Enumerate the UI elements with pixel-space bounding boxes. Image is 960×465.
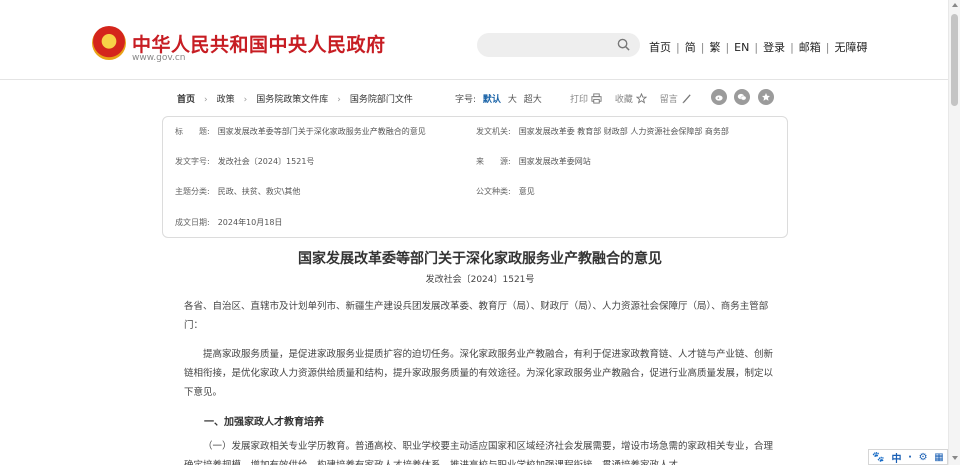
info-title-value: 国家发展改革委等部门关于深化家政服务业产教融合的意见: [217, 127, 426, 136]
info-topic-row: 主题分类: 民政、扶贫、救灾\其他: [175, 186, 300, 197]
scroll-up-icon[interactable]: [952, 3, 958, 7]
breadcrumb-policy[interactable]: 政策: [217, 95, 235, 105]
info-title-row: 标 题: 国家发展改革委等部门关于深化家政服务业产教融合的意见: [175, 126, 426, 137]
breadcrumb-department-files[interactable]: 国务院部门文件: [350, 95, 413, 105]
national-emblem-logo[interactable]: [92, 26, 126, 60]
nav-english[interactable]: EN: [734, 41, 749, 54]
printer-icon: [591, 93, 602, 104]
font-size-default[interactable]: 默认: [483, 95, 501, 105]
ime-toolbar: 🐾 中 · ⚙ ▦: [868, 449, 948, 465]
favorite-button[interactable]: 收藏: [615, 92, 647, 105]
favorite-label: 收藏: [614, 95, 633, 105]
scroll-down-icon[interactable]: [952, 456, 958, 460]
info-type-label: 公文种类:: [476, 187, 511, 196]
print-button[interactable]: 打印: [570, 92, 602, 105]
top-nav: 首页 | 简 | 繁 | EN | 登录 | 邮箱 | 无障碍: [649, 39, 868, 55]
breadcrumb: 首页 › 政策 › 国务院政策文件库 › 国务院部门文件: [177, 92, 413, 105]
info-date-row: 成文日期: 2024年10月18日: [175, 217, 282, 228]
info-issuer-value: 国家发展改革委 教育部 财政部 人力资源社会保障部 商务部: [518, 127, 729, 136]
search-icon[interactable]: [617, 38, 630, 51]
nav-traditional[interactable]: 繁: [709, 41, 720, 54]
search-box: [477, 33, 640, 57]
info-topic-label: 主题分类:: [175, 187, 210, 196]
star-icon[interactable]: [758, 89, 774, 105]
nav-login[interactable]: 登录: [763, 41, 785, 54]
font-size-selector: 字号: 默认 大 超大: [455, 92, 546, 105]
document-title: 国家发展改革委等部门关于深化家政服务业产教融合的意见: [298, 251, 662, 267]
ime-punctuation-toggle[interactable]: ·: [908, 452, 912, 463]
site-url: www.gov.cn: [132, 53, 186, 63]
info-issuer-label: 发文机关:: [476, 127, 511, 136]
pencil-icon: [682, 94, 691, 104]
ime-language-toggle[interactable]: 中: [891, 450, 901, 465]
nav-divider: |: [754, 41, 759, 54]
scroll-thumb[interactable]: [951, 14, 958, 106]
comment-button[interactable]: 留言: [660, 92, 692, 105]
info-docno-label: 发文字号:: [175, 157, 210, 166]
weibo-icon[interactable]: [711, 89, 727, 105]
breadcrumb-arrow-icon: ›: [243, 95, 248, 105]
nav-mail[interactable]: 邮箱: [799, 41, 821, 54]
breadcrumb-arrow-icon: ›: [204, 95, 208, 105]
print-label: 打印: [570, 95, 589, 105]
document-number: 发改社会〔2024〕1521号: [425, 275, 535, 285]
nav-divider: |: [825, 41, 830, 54]
breadcrumb-arrow-icon: ›: [337, 95, 341, 105]
document-salutation: 各省、自治区、直辖市及计划单列市、新疆生产建设兵团发展改革委、教育厅（局）、财政…: [184, 301, 769, 331]
info-docno-value: 发改社会〔2024〕1521号: [217, 157, 315, 166]
font-size-xlarge[interactable]: 超大: [524, 95, 542, 105]
nav-home[interactable]: 首页: [649, 41, 671, 54]
wechat-icon[interactable]: [734, 89, 750, 105]
comment-label: 留言: [659, 95, 678, 105]
section-paragraph: （一）发展家政相关专业学历教育。普通高校、职业学校要主动适应国家和区域经济社会发…: [184, 441, 774, 465]
info-title-label: 标 题:: [175, 127, 210, 136]
search-input[interactable]: [477, 33, 607, 57]
info-source-row: 来 源: 国家发展改革委网站: [476, 156, 591, 167]
grid-icon[interactable]: ▦: [934, 452, 943, 463]
info-date-value: 2024年10月18日: [217, 218, 283, 227]
nav-divider: |: [676, 41, 680, 54]
nav-divider: |: [725, 41, 730, 54]
info-type-row: 公文种类: 意见: [476, 186, 535, 197]
info-issuer-row: 发文机关: 国家发展改革委 教育部 财政部 人力资源社会保障部 商务部: [476, 126, 729, 137]
font-size-large[interactable]: 大: [508, 95, 517, 105]
nav-divider: |: [790, 41, 794, 54]
nav-simplified[interactable]: 简: [685, 41, 696, 54]
nav-accessibility[interactable]: 无障碍: [835, 41, 868, 54]
document-intro-paragraph: 提高家政服务质量，是促进家政服务业提质扩容的迫切任务。深化家政服务业产教融合，有…: [184, 349, 774, 398]
info-date-label: 成文日期:: [175, 218, 210, 227]
info-topic-value: 民政、扶贫、救灾\其他: [217, 187, 301, 196]
info-source-value: 国家发展改革委网站: [518, 157, 591, 166]
breadcrumb-policy-library[interactable]: 国务院政策文件库: [256, 95, 328, 105]
section-heading: 一、加强家政人才教育培养: [204, 417, 324, 428]
font-size-label: 字号:: [455, 95, 477, 105]
breadcrumb-home[interactable]: 首页: [177, 95, 195, 105]
document-info-box: 标 题: 国家发展改革委等部门关于深化家政服务业产教融合的意见 发文机关: 国家发展…: [162, 116, 788, 238]
nav-divider: |: [700, 41, 705, 54]
info-type-value: 意见: [518, 187, 535, 196]
paw-icon[interactable]: 🐾: [872, 452, 884, 463]
info-source-label: 来 源:: [476, 157, 511, 166]
site-header: 中华人民共和国中央人民政府 www.gov.cn 首页 | 简 | 繁 | EN | 登录 | 邮箱…: [0, 0, 948, 80]
page-scrollbar[interactable]: [948, 0, 960, 465]
settings-icon[interactable]: ⚙: [919, 452, 928, 463]
info-docno-row: 发文字号: 发改社会〔2024〕1521号: [175, 156, 314, 167]
article-tools: 打印 收藏 留言: [570, 92, 702, 105]
star-outline-icon: [635, 93, 647, 104]
